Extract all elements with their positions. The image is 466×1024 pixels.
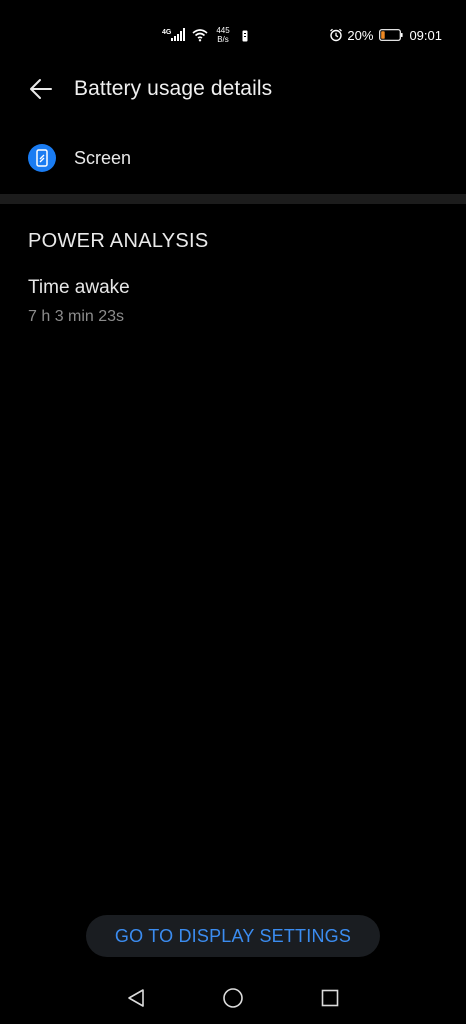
screen: 4G 445 B/s 20% 09:01 Battery usage detai… — [0, 0, 466, 1024]
circle-home-icon — [223, 988, 243, 1008]
phone-screen-icon — [28, 144, 56, 172]
arrow-left-icon — [30, 79, 52, 99]
square-recents-icon — [321, 989, 339, 1007]
app-name: Screen — [74, 147, 132, 168]
time-awake-value: 7 h 3 min 23s — [28, 308, 125, 325]
battery-icon — [379, 29, 404, 41]
nav-recents-button[interactable] — [318, 986, 342, 1010]
status-bar-connectivity: 4G 445 B/s — [162, 24, 248, 46]
top-app-bar: Battery usage details — [0, 66, 466, 112]
page-title: Battery usage details — [74, 77, 273, 100]
triangle-back-icon — [128, 989, 144, 1007]
status-bar: 4G 445 B/s 20% 09:01 — [0, 0, 466, 66]
power-analysis-heading: POWER ANALYSIS — [28, 230, 209, 252]
nav-home-button[interactable] — [221, 986, 245, 1010]
app-row: Screen — [0, 136, 466, 180]
battery-percent: 20% — [347, 27, 374, 43]
nav-back-button[interactable] — [124, 986, 148, 1010]
time-awake-label: Time awake — [28, 277, 130, 298]
network-speed-unit: B/s — [217, 35, 229, 44]
clock: 09:01 — [409, 27, 442, 43]
status-bar-system: 20% 09:01 — [329, 24, 442, 46]
section-divider — [0, 194, 466, 204]
wifi-icon — [192, 28, 208, 42]
notification-icon — [242, 29, 248, 42]
navigation-bar — [0, 974, 466, 1024]
back-button[interactable] — [16, 66, 66, 112]
alarm-icon — [329, 28, 343, 42]
network-speed-value: 445 — [216, 26, 230, 35]
network-speed: 445 B/s — [214, 26, 232, 44]
go-to-display-settings-button[interactable]: GO TO DISPLAY SETTINGS — [86, 915, 380, 957]
cellular-signal-icon: 4G — [162, 27, 186, 43]
